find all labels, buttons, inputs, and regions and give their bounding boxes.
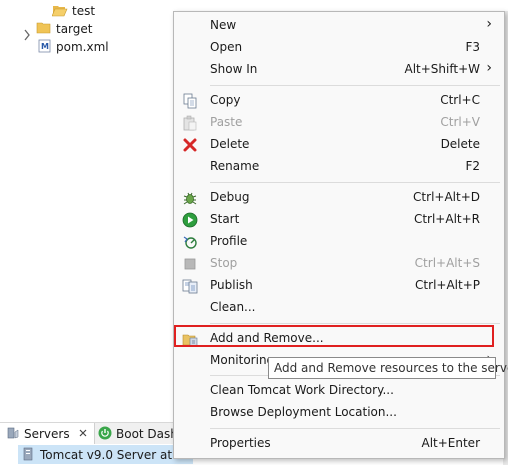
menu-item-publish[interactable]: Publish Ctrl+Alt+P bbox=[174, 275, 504, 297]
server-icon bbox=[22, 447, 36, 464]
tab-servers[interactable]: Servers bbox=[0, 423, 95, 445]
menu-shortcut: Ctrl+C bbox=[440, 93, 480, 107]
context-menu: New › Open F3 Show In Alt+Shift+W › Copy… bbox=[173, 11, 505, 459]
tab-label: Servers bbox=[24, 427, 70, 441]
highlight-box bbox=[174, 325, 494, 347]
maven-file-icon: M bbox=[38, 39, 52, 56]
menu-item-label: Open bbox=[210, 40, 243, 54]
menu-item-label: Start bbox=[210, 212, 240, 226]
menu-shortcut: Ctrl+Alt+D bbox=[413, 190, 480, 204]
chevron-right-icon[interactable] bbox=[22, 28, 32, 42]
menu-item-show-in[interactable]: Show In Alt+Shift+W › bbox=[174, 59, 504, 81]
menu-item-label: Copy bbox=[210, 93, 241, 107]
server-label: Tomcat v9.0 Server at lo bbox=[40, 447, 187, 462]
paste-icon bbox=[182, 115, 198, 131]
svg-text:M: M bbox=[41, 42, 49, 51]
close-icon[interactable] bbox=[78, 427, 88, 441]
tree-item-label: target bbox=[56, 22, 93, 36]
menu-item-label: Paste bbox=[210, 115, 243, 129]
menu-item-label: Debug bbox=[210, 190, 250, 204]
submenu-arrow-icon: › bbox=[486, 60, 492, 76]
menu-item-label: Monitoring bbox=[210, 353, 275, 367]
menu-item-label: New bbox=[210, 18, 237, 32]
menu-shortcut: Delete bbox=[440, 137, 480, 151]
menu-item-properties[interactable]: Properties Alt+Enter bbox=[174, 433, 504, 455]
menu-item-label: Properties bbox=[210, 436, 271, 450]
menu-item-label: Delete bbox=[210, 137, 250, 151]
folder-icon bbox=[36, 21, 52, 38]
tooltip-text: Add and Remove resources to the server bbox=[274, 361, 508, 375]
tooltip: Add and Remove resources to the server bbox=[268, 357, 508, 379]
menu-item-browse-deployment[interactable]: Browse Deployment Location... bbox=[174, 402, 504, 424]
bug-icon bbox=[182, 190, 198, 206]
menu-shortcut: Ctrl+Alt+P bbox=[415, 278, 480, 292]
server-item-tomcat[interactable]: Tomcat v9.0 Server at lo bbox=[18, 445, 193, 464]
menu-shortcut: Ctrl+Alt+S bbox=[414, 256, 480, 270]
menu-item-label: Clean Tomcat Work Directory... bbox=[210, 383, 394, 397]
menu-item-open[interactable]: Open F3 bbox=[174, 37, 504, 59]
tree-item-label: test bbox=[72, 4, 96, 18]
menu-shortcut: Ctrl+Alt+R bbox=[413, 212, 480, 226]
menu-separator bbox=[210, 428, 500, 429]
copy-icon bbox=[182, 93, 198, 109]
menu-item-delete[interactable]: Delete Delete bbox=[174, 134, 504, 156]
tree-item-label: pom.xml bbox=[56, 40, 109, 54]
menu-item-label: Clean... bbox=[210, 300, 256, 314]
power-icon bbox=[98, 426, 112, 443]
menu-item-paste[interactable]: Paste Ctrl+V bbox=[174, 112, 504, 134]
menu-separator bbox=[210, 182, 500, 183]
menu-item-label: Stop bbox=[210, 256, 238, 270]
menu-separator bbox=[210, 323, 500, 324]
menu-separator bbox=[210, 85, 500, 86]
menu-item-label: Publish bbox=[210, 278, 253, 292]
menu-shortcut: Alt+Shift+W bbox=[404, 62, 481, 76]
servers-icon bbox=[6, 426, 20, 443]
menu-shortcut: F2 bbox=[465, 159, 480, 173]
play-icon bbox=[182, 212, 198, 228]
menu-shortcut: Ctrl+V bbox=[440, 115, 480, 129]
menu-item-profile[interactable]: Profile bbox=[174, 231, 504, 253]
tree-item-target[interactable]: target bbox=[36, 20, 93, 38]
publish-icon bbox=[182, 278, 198, 294]
submenu-arrow-icon: › bbox=[486, 16, 492, 32]
menu-item-clean-work-dir[interactable]: Clean Tomcat Work Directory... bbox=[174, 380, 504, 402]
profile-icon bbox=[182, 234, 198, 250]
tree-item-pom[interactable]: M pom.xml bbox=[38, 38, 109, 56]
menu-shortcut: Alt+Enter bbox=[421, 436, 480, 450]
menu-shortcut: F3 bbox=[465, 40, 480, 54]
menu-item-new[interactable]: New › bbox=[174, 15, 504, 37]
menu-item-label: Profile bbox=[210, 234, 248, 248]
tree-item-test[interactable]: test bbox=[51, 2, 96, 20]
menu-item-copy[interactable]: Copy Ctrl+C bbox=[174, 90, 504, 112]
folder-open-icon bbox=[51, 3, 68, 20]
menu-item-stop[interactable]: Stop Ctrl+Alt+S bbox=[174, 253, 504, 275]
menu-item-start[interactable]: Start Ctrl+Alt+R bbox=[174, 209, 504, 231]
menu-item-clean[interactable]: Clean... bbox=[174, 297, 504, 319]
menu-item-debug[interactable]: Debug Ctrl+Alt+D bbox=[174, 187, 504, 209]
menu-item-label: Show In bbox=[210, 62, 258, 76]
menu-item-label: Rename bbox=[210, 159, 260, 173]
menu-item-rename[interactable]: Rename F2 bbox=[174, 156, 504, 178]
delete-icon bbox=[182, 137, 198, 153]
stop-icon bbox=[182, 256, 198, 272]
menu-item-label: Browse Deployment Location... bbox=[210, 405, 397, 419]
